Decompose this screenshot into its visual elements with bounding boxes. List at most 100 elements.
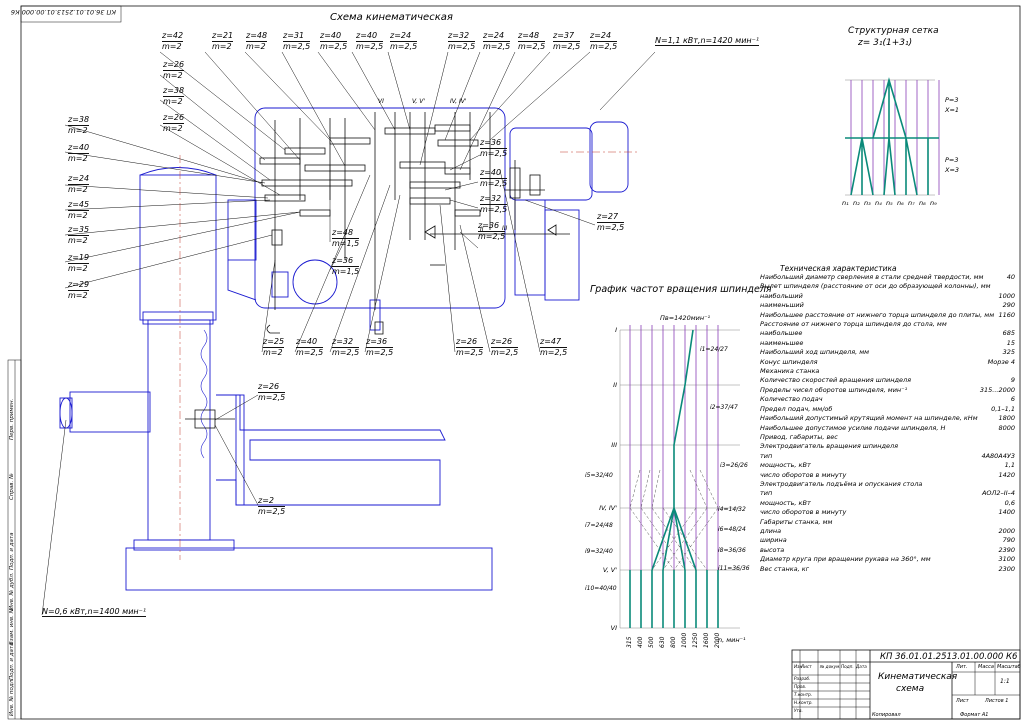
tb-scale-val: 1:1 — [1000, 678, 1010, 685]
spec-row: Количество подач 6 — [760, 395, 1015, 404]
speed-ratio: i1=24/27 — [700, 346, 728, 353]
speed-ratio: i9=32/40 — [585, 548, 613, 555]
spec-row: Наибольшее допустимое усилие подачи шпин… — [760, 423, 1015, 432]
tb-rows: Изм Лист № докум. Подп. Дата Разраб. Пров. Т.ко… — [793, 650, 871, 719]
gear-label: z=38 m=2 — [68, 115, 90, 135]
spec-row: наименьшее 15 — [760, 338, 1015, 347]
spec-row: Конус шпинделя Морзе 4 — [760, 357, 1015, 366]
shaft-label: V, V' — [412, 98, 425, 105]
grid-n-label: n₉ — [930, 199, 937, 207]
tb-list: Лист — [956, 698, 969, 704]
structural-formula: z= 3₁(1+3₁) — [858, 38, 913, 48]
gear-label: z=48 m=2 — [246, 31, 268, 51]
gear-label: z=48 m=1,5 — [332, 228, 360, 248]
tb-mass: Масса — [978, 664, 994, 670]
gear-label: z=24 m=2 — [68, 174, 90, 194]
speed-axis-values: 315 400 500 630 800 1000 1250 1600 2000 — [620, 630, 730, 650]
spec-row: Наибольший ход шпинделя, мм 325 — [760, 348, 1015, 357]
spec-row: Привод, габариты, вес — [760, 432, 838, 441]
grid-n-label: n₅ — [886, 199, 893, 207]
spec-row: Диаметр круга при вращении рукава на 360… — [760, 555, 1015, 564]
gear-label: z=31 m=2,5 — [283, 31, 311, 51]
shaft-label: II — [480, 226, 484, 233]
speed-ratio: i5=32/40 — [585, 472, 613, 479]
lift-motor-label: N=0,6 кВт,n=1400 мин⁻¹ — [42, 607, 147, 617]
spec-row: Количество скоростей вращения шпинделя 9 — [760, 376, 1015, 385]
spec-row: длина 2000 — [760, 526, 1015, 535]
spec-row: Пределы чисел оборотов шпинделя, мин⁻¹ 31… — [760, 385, 1015, 394]
speed-value: 630 — [659, 636, 666, 648]
grid-right-top: P=3 X=1 — [945, 96, 960, 114]
grid-n-label: n₄ — [875, 199, 882, 207]
gear-label: z=24 m=2,5 — [483, 31, 511, 51]
tb-lit: Лит. — [956, 664, 968, 670]
tb-row-label: Лист — [801, 664, 812, 669]
gear-label: z=48 m=2,5 — [518, 31, 546, 51]
gear-label: z=36 m=2,5 — [480, 138, 508, 158]
speed-ratio: i11=36/36 — [718, 565, 750, 572]
gear-label: z=38 m=2 — [163, 86, 185, 106]
tb-format: Формат А1 — [960, 712, 989, 718]
gear-label: z=36 m=1,5 — [332, 256, 360, 276]
tb-scale: Масштаб — [997, 664, 1021, 670]
gear-label: z=45 m=2 — [68, 200, 90, 220]
speed-value: 500 — [648, 636, 655, 648]
spec-row: Механика станка — [760, 367, 820, 376]
gear-label: z=32 m=2,5 — [448, 31, 476, 51]
spec-row: Электродвигатель вращения шпинделя — [760, 442, 899, 451]
structural-title: Структурная сетка — [848, 26, 939, 36]
speed-ratio: i4=14/32 — [718, 506, 746, 513]
speed-axis-unit: n, мин⁻¹ — [718, 636, 746, 644]
spec-row: наибольший 1000 — [760, 291, 1015, 300]
gear-label: z=25 m=2 — [263, 337, 285, 357]
tb-row-label: № докум. — [820, 664, 841, 669]
spec-row: наибольшее 685 — [760, 329, 1015, 338]
spec-row: число оборотов в минуту 1400 — [760, 508, 1015, 517]
grid-n-label: n₆ — [897, 199, 904, 207]
tb-row-label: Пров. — [794, 684, 807, 689]
gear-label: z=2 m=2,5 — [258, 496, 286, 516]
gear-label: z=19 m=2 — [68, 253, 90, 273]
gear-label: z=32 m=2,5 — [480, 194, 508, 214]
speed-ratio: i8=36/36 — [718, 547, 746, 554]
spec-row: мощность, кВт 1,1 — [760, 461, 1015, 470]
gear-label: z=26 m=2,5 — [258, 382, 286, 402]
tb-row-label: Подп. — [841, 664, 854, 669]
spec-row: мощность, кВт 0,6 — [760, 498, 1015, 507]
gear-label: z=40 m=2,5 — [480, 168, 508, 188]
speed-value: 1600 — [703, 632, 710, 648]
grid-n-label: n₈ — [919, 199, 926, 207]
gear-label: z=21 m=2 — [212, 31, 234, 51]
grid-n-label: n₇ — [908, 199, 915, 207]
spec-row: наименьший 290 — [760, 301, 1015, 310]
gear-label: z=47 m=2,5 — [540, 337, 568, 357]
spec-row: Электродвигатель подъёма и опускания сто… — [760, 479, 923, 488]
tb-lists: Листов 1 — [985, 698, 1009, 704]
gear-label: z=36 m=2,5 — [366, 337, 394, 357]
gear-label: z=42 m=2 — [162, 31, 184, 51]
spec-row: Вес станка, кг 2300 — [760, 564, 1015, 573]
speed-value: 315 — [626, 636, 633, 648]
grid-n-labels: n₁ n₂ n₃ n₄ n₅ n₆ n₇ n₈ n₉ — [842, 199, 952, 209]
speed-ratio: i10=40/40 — [585, 585, 617, 592]
speed-ratio: i3=26/26 — [720, 462, 748, 469]
gear-label: z=26 m=2 — [163, 60, 185, 80]
title-block-name1: Кинематическая — [878, 672, 958, 682]
grid-n-label: n₁ — [842, 199, 849, 207]
spec-row: Наибольший диаметр сверления в стали сре… — [760, 273, 1015, 281]
shaft-label: IV, IV' — [450, 98, 467, 105]
speed-ratio-labels: i1=24/27 i2=37/47 i3=26/26 i4=14/32 i5=32/40… — [585, 0, 750, 723]
gear-label: z=35 m=2 — [68, 225, 90, 245]
grid-n-label: n₂ — [853, 199, 860, 207]
spec-row: число оборотов в минуту 1420 — [760, 470, 1015, 479]
shaft-label: VI — [378, 98, 384, 105]
spec-row: тип 4А80А4У3 — [760, 451, 1015, 460]
title-block-name2: схема — [896, 684, 925, 694]
gear-label: z=26 m=2,5 — [491, 337, 519, 357]
gear-label: z=37 m=2,5 — [553, 31, 581, 51]
specs-list: Наибольший диаметр сверления в стали сре… — [760, 273, 1015, 574]
spec-row: тип АОЛ2–II–4 — [760, 489, 1015, 498]
kinematic-title: Схема кинематическая — [330, 12, 453, 23]
gear-label: z=40 m=2,5 — [356, 31, 384, 51]
spec-row: Расстояние от нижнего торца шпинделя до … — [760, 320, 947, 329]
